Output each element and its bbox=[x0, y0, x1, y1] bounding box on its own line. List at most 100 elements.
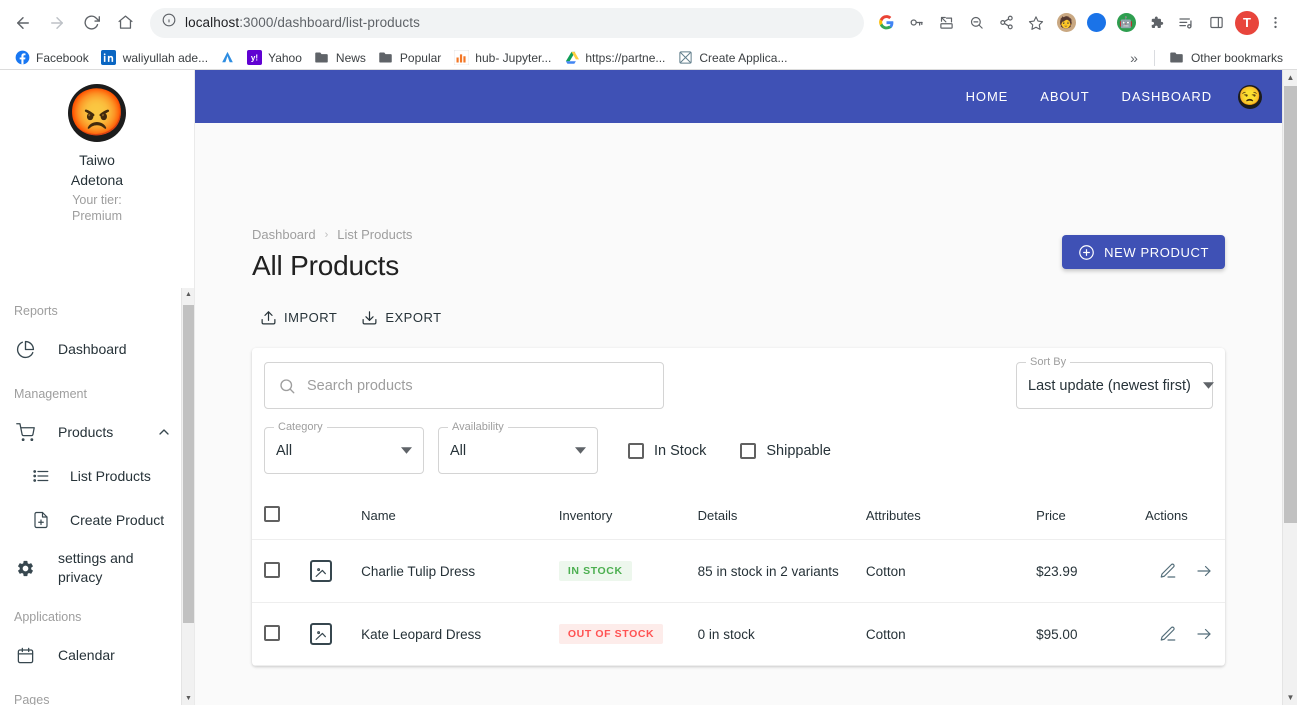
other-bookmarks-button[interactable]: Other bookmarks bbox=[1163, 47, 1289, 69]
scroll-up-arrow-icon[interactable]: ▲ bbox=[182, 288, 194, 301]
scroll-up-arrow-icon[interactable]: ▲ bbox=[1283, 70, 1297, 85]
row-thumbnail-cell bbox=[309, 539, 362, 603]
column-header-attributes[interactable]: Attributes bbox=[865, 494, 1037, 540]
column-header-name[interactable]: Name bbox=[361, 494, 559, 540]
arrow-right-icon[interactable] bbox=[1195, 562, 1213, 580]
nav-section-reports: Reports bbox=[14, 304, 58, 318]
nav-section-applications: Applications bbox=[14, 610, 82, 624]
scroll-down-arrow-icon[interactable]: ▼ bbox=[1283, 690, 1297, 705]
search-field[interactable] bbox=[264, 362, 664, 409]
bookmark-star-icon[interactable] bbox=[1022, 9, 1050, 37]
extension-avatar-icon[interactable]: 🧑 bbox=[1052, 9, 1080, 37]
bookmarks-overflow-button[interactable]: » bbox=[1122, 50, 1146, 66]
edit-pencil-icon[interactable] bbox=[1159, 562, 1177, 580]
bookmark-label: Facebook bbox=[36, 50, 89, 65]
jupyter-icon bbox=[453, 50, 469, 66]
column-header-price[interactable]: Price bbox=[1036, 494, 1146, 540]
row-checkbox[interactable] bbox=[264, 561, 280, 578]
nav-link-home[interactable]: HOME bbox=[950, 89, 1025, 105]
table-row[interactable]: Charlie Tulip Dress IN STOCK 85 in stock… bbox=[252, 539, 1225, 603]
breadcrumb-list-products[interactable]: List Products bbox=[337, 227, 412, 243]
scroll-down-arrow-icon[interactable]: ▼ bbox=[182, 692, 194, 705]
column-header-inventory[interactable]: Inventory bbox=[558, 494, 698, 540]
sidebar-item-list-products[interactable]: List Products bbox=[0, 454, 182, 498]
sort-by-select[interactable]: Sort By Last update (newest first) bbox=[1016, 356, 1214, 409]
page-scrollbar-thumb[interactable] bbox=[1284, 86, 1297, 523]
topnav-avatar[interactable]: 😒 bbox=[1238, 84, 1262, 109]
search-input[interactable] bbox=[307, 377, 650, 394]
sidebar-item-create-product[interactable]: Create Product bbox=[0, 498, 182, 542]
table-row[interactable]: Kate Leopard Dress OUT OF STOCK 0 in sto… bbox=[252, 602, 1225, 666]
bookmark-partner[interactable]: https://partne... bbox=[557, 47, 671, 69]
sidebar-scrollbar-thumb[interactable] bbox=[183, 305, 194, 623]
bookmark-facebook[interactable]: Facebook bbox=[8, 47, 95, 69]
bookmark-jupyter[interactable]: hub- Jupyter... bbox=[447, 47, 557, 69]
reload-icon[interactable] bbox=[76, 8, 106, 38]
chevron-down-icon[interactable] bbox=[1191, 380, 1214, 391]
bookmark-azure[interactable] bbox=[214, 47, 240, 69]
side-panel-icon[interactable] bbox=[1202, 9, 1230, 37]
column-header-details[interactable]: Details bbox=[697, 494, 866, 540]
sidebar-item-calendar[interactable]: Calendar bbox=[0, 633, 182, 677]
avatar[interactable]: 😡 bbox=[68, 84, 126, 142]
thumbnail-header bbox=[309, 494, 362, 540]
in-stock-checkbox-group[interactable]: In Stock bbox=[628, 442, 706, 459]
new-product-label: NEW PRODUCT bbox=[1104, 244, 1209, 260]
nav-link-about[interactable]: ABOUT bbox=[1024, 89, 1105, 105]
install-app-icon[interactable] bbox=[932, 9, 960, 37]
topnav-avatar-emoji: 😒 bbox=[1238, 86, 1262, 106]
reading-list-icon[interactable] bbox=[1172, 9, 1200, 37]
bookmark-folder-news[interactable]: News bbox=[308, 47, 372, 69]
forward-arrow-icon[interactable] bbox=[42, 8, 72, 38]
availability-select[interactable]: Availability All bbox=[438, 421, 598, 474]
extension-blue-icon[interactable] bbox=[1082, 9, 1110, 37]
sidebar-item-products[interactable]: Products bbox=[0, 410, 182, 454]
new-product-button[interactable]: NEW PRODUCT bbox=[1062, 235, 1225, 269]
bookmark-folder-popular[interactable]: Popular bbox=[372, 47, 447, 69]
edit-pencil-icon[interactable] bbox=[1159, 625, 1177, 643]
extensions-puzzle-icon[interactable] bbox=[1142, 9, 1170, 37]
password-key-icon[interactable] bbox=[902, 9, 930, 37]
address-bar[interactable]: localhost:3000/dashboard/list-products bbox=[150, 7, 864, 38]
table-head: Name Inventory Details Attributes Price … bbox=[252, 494, 1225, 540]
share-icon[interactable] bbox=[992, 9, 1020, 37]
google-icon[interactable] bbox=[872, 9, 900, 37]
url-path: :3000/dashboard/list-products bbox=[239, 15, 420, 30]
row-checkbox[interactable] bbox=[264, 624, 280, 641]
browser-menu-icon[interactable] bbox=[1261, 9, 1289, 37]
breadcrumb-dashboard[interactable]: Dashboard bbox=[252, 227, 316, 243]
bookmark-linkedin[interactable]: waliyullah ade... bbox=[95, 47, 214, 69]
bookmark-create-application[interactable]: Create Applica... bbox=[671, 47, 793, 69]
bookmark-yahoo[interactable]: y! Yahoo bbox=[240, 47, 308, 69]
in-stock-checkbox[interactable] bbox=[628, 442, 644, 459]
import-button[interactable]: IMPORT bbox=[252, 303, 345, 332]
sidebar-item-settings-and-privacy[interactable]: settings and privacy bbox=[0, 542, 182, 594]
app-sidebar: 😡 Taiwo Adetona Your tier: Premium Repor… bbox=[0, 70, 195, 705]
select-all-checkbox[interactable] bbox=[264, 506, 280, 522]
shippable-checkbox[interactable] bbox=[740, 442, 757, 459]
back-arrow-icon[interactable] bbox=[8, 8, 38, 38]
nav-link-dashboard[interactable]: DASHBOARD bbox=[1106, 89, 1228, 105]
bookmarks-divider bbox=[1153, 49, 1155, 66]
sidebar-item-dashboard[interactable]: Dashboard bbox=[0, 327, 182, 371]
arrow-right-icon[interactable] bbox=[1195, 625, 1213, 643]
shippable-checkbox-group[interactable]: Shippable bbox=[740, 442, 831, 459]
bookmark-label: hub- Jupyter... bbox=[475, 50, 552, 65]
export-button[interactable]: EXPORT bbox=[353, 303, 449, 332]
sidebar-scrollbar[interactable]: ▲ ▼ bbox=[181, 288, 194, 705]
chevron-down-icon[interactable] bbox=[389, 445, 412, 456]
category-select[interactable]: Category All bbox=[264, 421, 424, 474]
row-name: Charlie Tulip Dress bbox=[361, 539, 559, 603]
chevron-down-icon[interactable] bbox=[563, 445, 586, 456]
extension-green-icon[interactable]: 🤖 bbox=[1112, 9, 1140, 37]
site-info-icon[interactable] bbox=[162, 13, 176, 32]
home-icon[interactable] bbox=[110, 8, 140, 38]
browser-profile-avatar[interactable]: T bbox=[1235, 10, 1259, 35]
page-viewport: 😡 Taiwo Adetona Your tier: Premium Repor… bbox=[0, 70, 1297, 705]
page-scrollbar[interactable]: ▲ ▼ bbox=[1282, 70, 1297, 705]
list-icon bbox=[30, 465, 52, 487]
zoom-out-icon[interactable] bbox=[962, 9, 990, 37]
table-body: Charlie Tulip Dress IN STOCK 85 in stock… bbox=[252, 539, 1225, 666]
chevron-up-icon[interactable] bbox=[156, 424, 172, 440]
google-drive-icon bbox=[563, 50, 579, 66]
